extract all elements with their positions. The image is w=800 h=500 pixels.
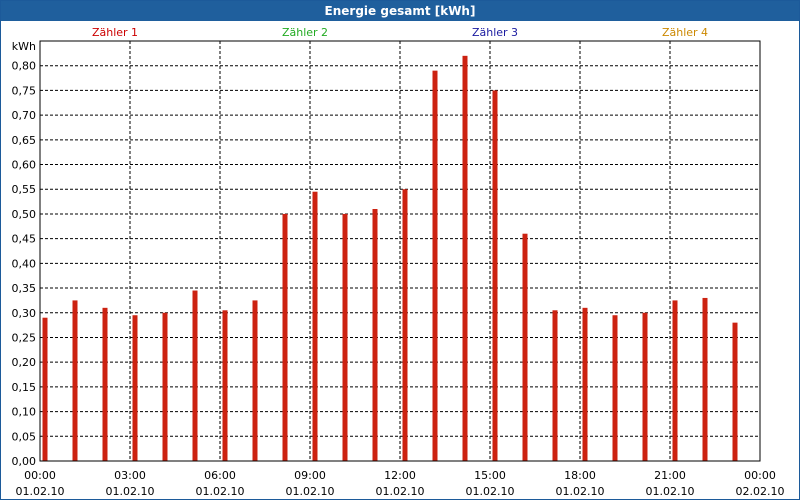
x-tick-time: 00:00 (24, 469, 56, 482)
bar (702, 297, 708, 461)
x-tick-date: 01.02.10 (196, 485, 245, 498)
x-tick-time: 15:00 (474, 469, 506, 482)
y-tick-label: 0,20 (12, 356, 37, 369)
y-tick-label: 0,50 (12, 208, 37, 221)
bar (312, 191, 318, 462)
y-tick-label: 0,75 (12, 84, 37, 97)
bar (402, 189, 408, 461)
bar (372, 209, 378, 461)
bars-group (42, 55, 738, 462)
bar (222, 310, 228, 461)
y-tick-label: 0,25 (12, 331, 37, 344)
bar (72, 300, 78, 461)
x-tick-date: 01.02.10 (16, 485, 65, 498)
y-tick-label: 0,05 (12, 430, 37, 443)
x-tick-date: 02.02.10 (736, 485, 785, 498)
bar (462, 55, 468, 462)
x-tick-date: 01.02.10 (556, 485, 605, 498)
bar (492, 90, 498, 461)
bar (252, 300, 258, 461)
y-tick-label: 0,80 (12, 60, 37, 73)
x-tick-time: 18:00 (564, 469, 596, 482)
y-tick-label: 0,45 (12, 233, 37, 246)
bar (132, 315, 138, 461)
chart-svg: 0,00 0,05 0,10 0,15 0,20 0,25 0,30 0,35 0,40 0,45… (12, 26, 785, 498)
y-tick-label: 0,15 (12, 381, 37, 394)
legend-item: Zähler 1 (92, 26, 138, 39)
y-tick-label: 0,00 (12, 455, 37, 468)
y-tick-label: 0,35 (12, 282, 37, 295)
bar (582, 307, 588, 461)
bar (342, 213, 348, 461)
bar (282, 213, 288, 461)
y-tick-label: 0,60 (12, 159, 37, 172)
x-tick-time: 09:00 (294, 469, 326, 482)
grid-lines (40, 41, 760, 461)
bar (102, 307, 108, 461)
tick-labels: 0,00 0,05 0,10 0,15 0,20 0,25 0,30 0,35 0,40 0,45… (12, 40, 785, 498)
bar (732, 322, 738, 461)
y-tick-label: 0,55 (12, 183, 37, 196)
y-tick-label: 0,65 (12, 134, 37, 147)
bar (612, 315, 618, 461)
y-tick-label: 0,40 (12, 257, 37, 270)
bar (192, 290, 198, 461)
bar (522, 233, 528, 461)
bar (432, 70, 438, 461)
x-tick-date: 01.02.10 (106, 485, 155, 498)
x-tick-date: 01.02.10 (466, 485, 515, 498)
bar (642, 312, 648, 461)
y-tick-label: 0,30 (12, 307, 37, 320)
x-tick-time: 00:00 (744, 469, 776, 482)
legend-item: Zähler 4 (662, 26, 708, 39)
bar (672, 300, 678, 461)
y-axis-unit: kWh (12, 40, 36, 53)
x-tick-date: 01.02.10 (376, 485, 425, 498)
x-tick-time: 06:00 (204, 469, 236, 482)
bar (162, 312, 168, 461)
y-tick-label: 0,70 (12, 109, 37, 122)
legend-item: Zähler 2 (282, 26, 328, 39)
x-tick-date: 01.02.10 (646, 485, 695, 498)
legend-item: Zähler 3 (472, 26, 518, 39)
bar (552, 310, 558, 461)
y-tick-label: 0,10 (12, 406, 37, 419)
legend: Zähler 1 Zähler 2 Zähler 3 Zähler 4 (92, 26, 708, 39)
x-tick-time: 21:00 (654, 469, 686, 482)
bar (42, 317, 48, 461)
x-tick-date: 01.02.10 (286, 485, 335, 498)
x-tick-time: 03:00 (114, 469, 146, 482)
x-tick-time: 12:00 (384, 469, 416, 482)
